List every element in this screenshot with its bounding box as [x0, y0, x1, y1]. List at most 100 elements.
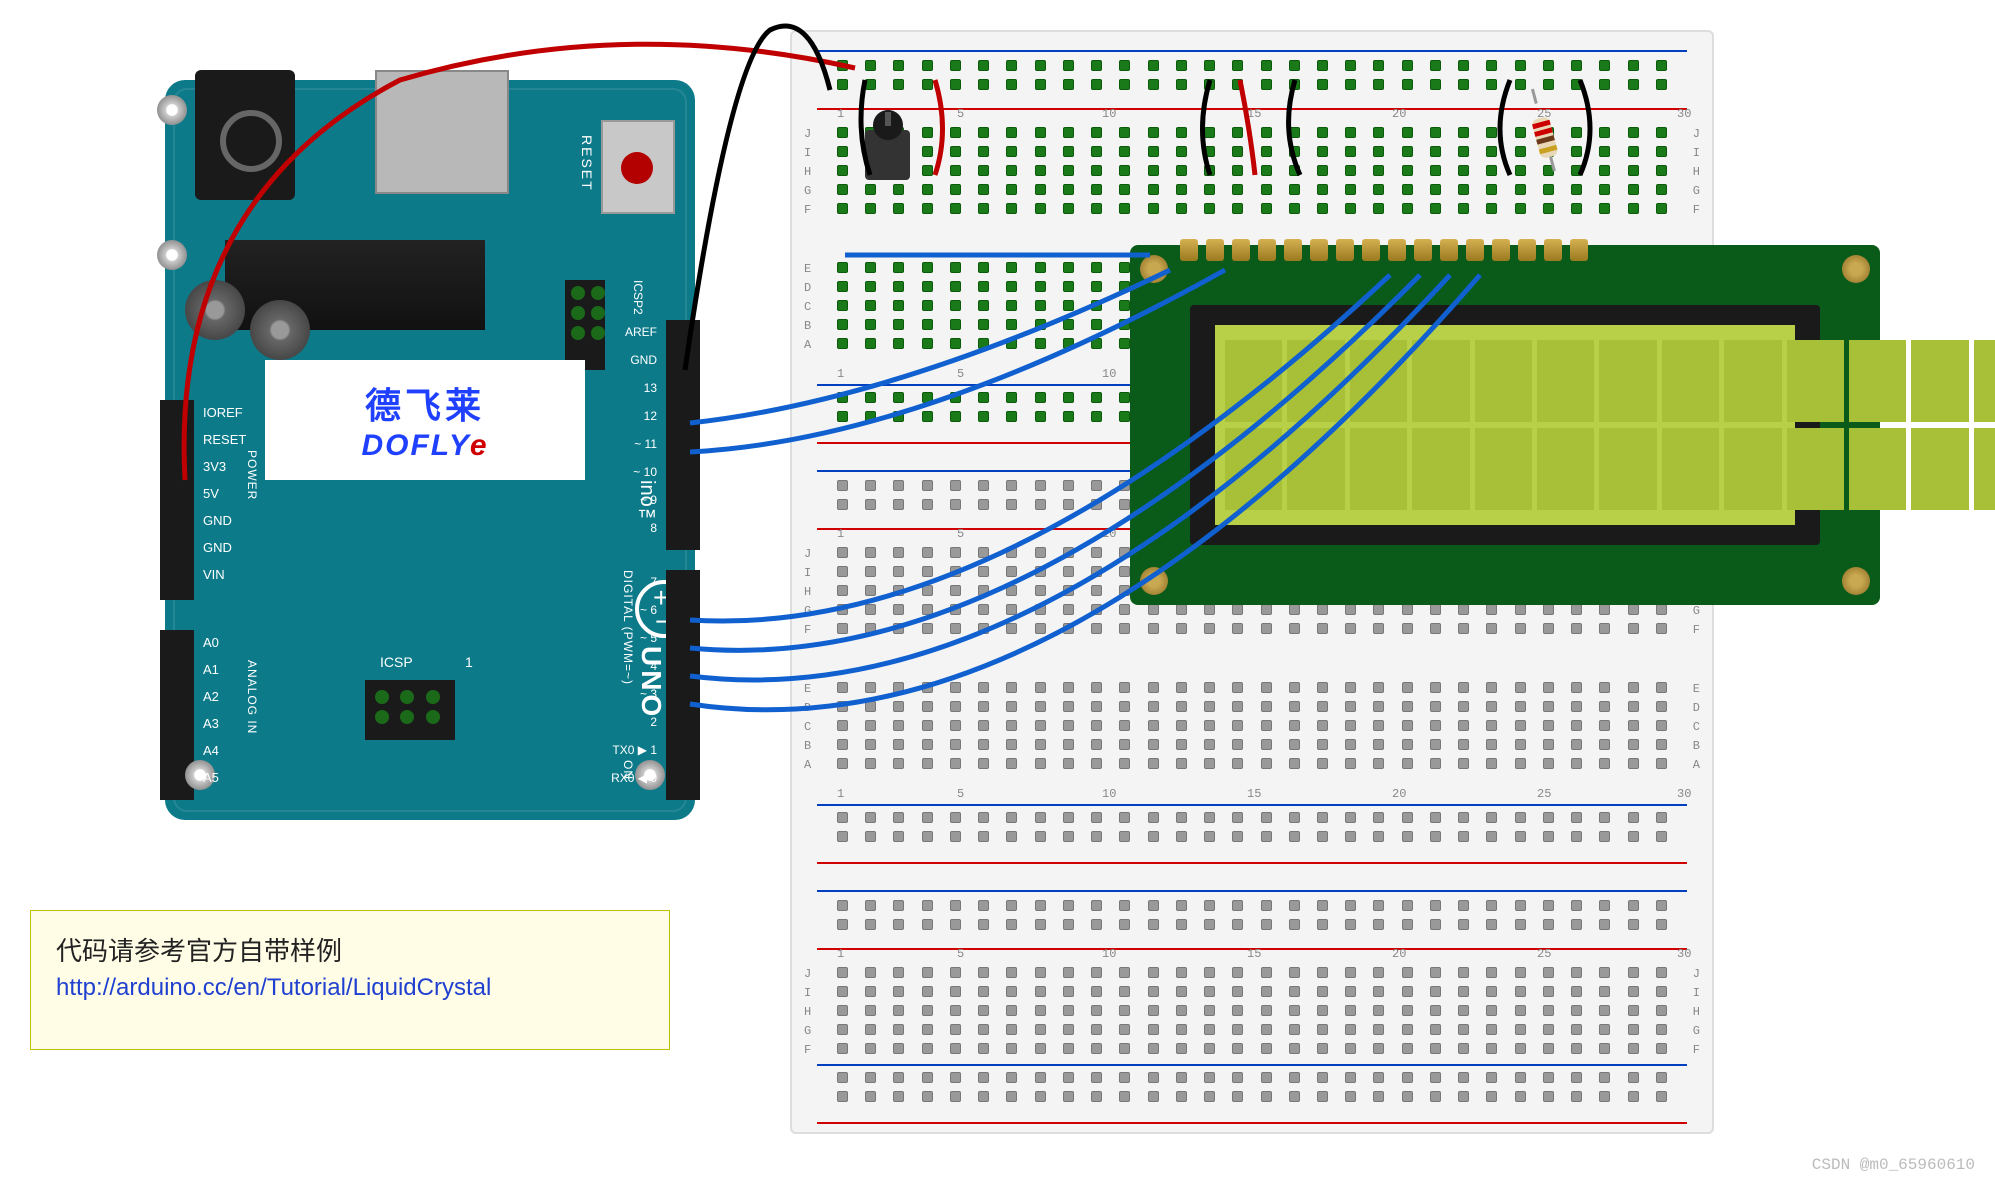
bb-row-label: F	[1693, 203, 1700, 217]
lcd-pin	[1570, 239, 1588, 261]
pin-label-tx01: TX0 ▶ 1	[612, 743, 657, 757]
bb-row-label: H	[1693, 1005, 1700, 1019]
bb-col-number: 1	[837, 367, 844, 381]
diagram-canvas: RESET ICSP2 德飞莱 DOFLYe ino™ UNO POWER AN…	[0, 0, 1995, 1184]
power-rail-blue	[817, 1064, 1687, 1066]
lcd-pin	[1492, 239, 1510, 261]
arduino-uno-board: RESET ICSP2 德飞莱 DOFLYe ino™ UNO POWER AN…	[165, 80, 695, 820]
lcd-char	[1849, 428, 1906, 510]
lcd-char	[1849, 340, 1906, 422]
bb-row-label: F	[1693, 623, 1700, 637]
lcd-screen	[1215, 325, 1795, 525]
pin-label-aref: AREF	[625, 325, 657, 339]
bb-row-label: F	[804, 623, 811, 637]
uno-label: UNO	[635, 646, 667, 720]
lcd-pin	[1440, 239, 1458, 261]
pin-label-a5: A5	[203, 770, 219, 785]
bb-col-number: 5	[957, 367, 964, 381]
lcd-1602-module	[1130, 245, 1880, 605]
bb-row-label: J	[804, 127, 811, 141]
pin-label-6: ~ 6	[640, 603, 657, 617]
lcd-char	[1599, 428, 1656, 510]
bb-row-label: G	[804, 604, 811, 618]
lcd-char	[1787, 340, 1844, 422]
pin-label-gnd: GND	[203, 540, 232, 555]
lcd-pin	[1544, 239, 1562, 261]
pin-label-a1: A1	[203, 662, 219, 677]
power-rail-blue	[817, 890, 1687, 892]
bb-col-number: 20	[1392, 107, 1406, 121]
bb-col-number: 10	[1102, 787, 1116, 801]
bb-col-number: 20	[1392, 947, 1406, 961]
info-box: 代码请参考官方自带样例 http://arduino.cc/en/Tutoria…	[30, 910, 670, 1050]
bb-col-number: 10	[1102, 107, 1116, 121]
lcd-pin	[1258, 239, 1276, 261]
lcd-pin	[1518, 239, 1536, 261]
pin-label-4: 4	[650, 659, 657, 673]
lcd-char	[1974, 340, 1995, 422]
pin-label-vin: VIN	[203, 567, 225, 582]
bb-row-label: C	[804, 720, 811, 734]
bb-row-label: H	[804, 1005, 811, 1019]
bb-col-number: 25	[1537, 947, 1551, 961]
pin-label-8: 8	[650, 521, 657, 535]
pin-label-a3: A3	[203, 716, 219, 731]
power-rail-blue	[817, 804, 1687, 806]
power-rail-blue	[817, 50, 1687, 52]
bb-row-label: H	[804, 585, 811, 599]
lcd-char	[1350, 340, 1407, 422]
bb-row-label: E	[804, 262, 811, 276]
bb-row-label: I	[1693, 146, 1700, 160]
lcd-char	[1787, 428, 1844, 510]
pin-label-13: 13	[644, 381, 657, 395]
bb-row-label: J	[804, 967, 811, 981]
lcd-char	[1599, 340, 1656, 422]
bb-col-number: 1	[837, 527, 844, 541]
info-url: http://arduino.cc/en/Tutorial/LiquidCrys…	[56, 974, 644, 1002]
bb-row-label: G	[1693, 1024, 1700, 1038]
pin-label-gnd: GND	[203, 513, 232, 528]
bb-col-number: 1	[837, 107, 844, 121]
screw-icon	[157, 95, 187, 125]
pin-label-gnd: GND	[630, 353, 657, 367]
bb-row-label: I	[1693, 986, 1700, 1000]
lcd-pin	[1466, 239, 1484, 261]
digital-header-lower	[666, 570, 700, 800]
lcd-char	[1662, 428, 1719, 510]
dofly-logo: 德飞莱 DOFLYe	[265, 360, 585, 480]
icsp-label: ICSP	[380, 654, 413, 670]
pin-label-reset: RESET	[203, 432, 246, 447]
digital-header-upper	[666, 320, 700, 550]
analog-group-label: ANALOG IN	[245, 660, 259, 734]
info-text-cn: 代码请参考官方自带样例	[56, 931, 644, 968]
bb-col-number: 30	[1677, 947, 1691, 961]
pin-label-2: 2	[650, 715, 657, 729]
screw-icon	[1140, 567, 1168, 595]
pin-label-rx00: RX0 ◀ 0	[611, 771, 657, 785]
digital-group-label: DIGITAL (PWM=~)	[621, 570, 635, 685]
bb-col-number: 5	[957, 527, 964, 541]
bb-row-label: G	[1693, 184, 1700, 198]
bb-col-number: 15	[1247, 947, 1261, 961]
bb-row-label: G	[804, 1024, 811, 1038]
potentiometer	[855, 100, 935, 190]
bb-row-label: B	[1693, 739, 1700, 753]
bb-row-label: J	[1693, 127, 1700, 141]
power-rail-red	[817, 1122, 1687, 1124]
lcd-char	[1724, 340, 1781, 422]
lcd-char	[1911, 340, 1968, 422]
pin-label-a0: A0	[203, 635, 219, 650]
bb-row-label: E	[804, 682, 811, 696]
screw-icon	[1140, 255, 1168, 283]
reset-label: RESET	[579, 135, 595, 192]
bb-col-number: 1	[837, 787, 844, 801]
lcd-char	[1412, 340, 1469, 422]
bb-row-label: C	[804, 300, 811, 314]
power-header	[160, 400, 194, 600]
icsp2-label: ICSP2	[631, 280, 645, 315]
pin-label-9: ~ 9	[640, 493, 657, 507]
bb-row-label: F	[804, 203, 811, 217]
lcd-char	[1287, 340, 1344, 422]
bb-col-number: 10	[1102, 367, 1116, 381]
bb-row-label: I	[804, 566, 811, 580]
